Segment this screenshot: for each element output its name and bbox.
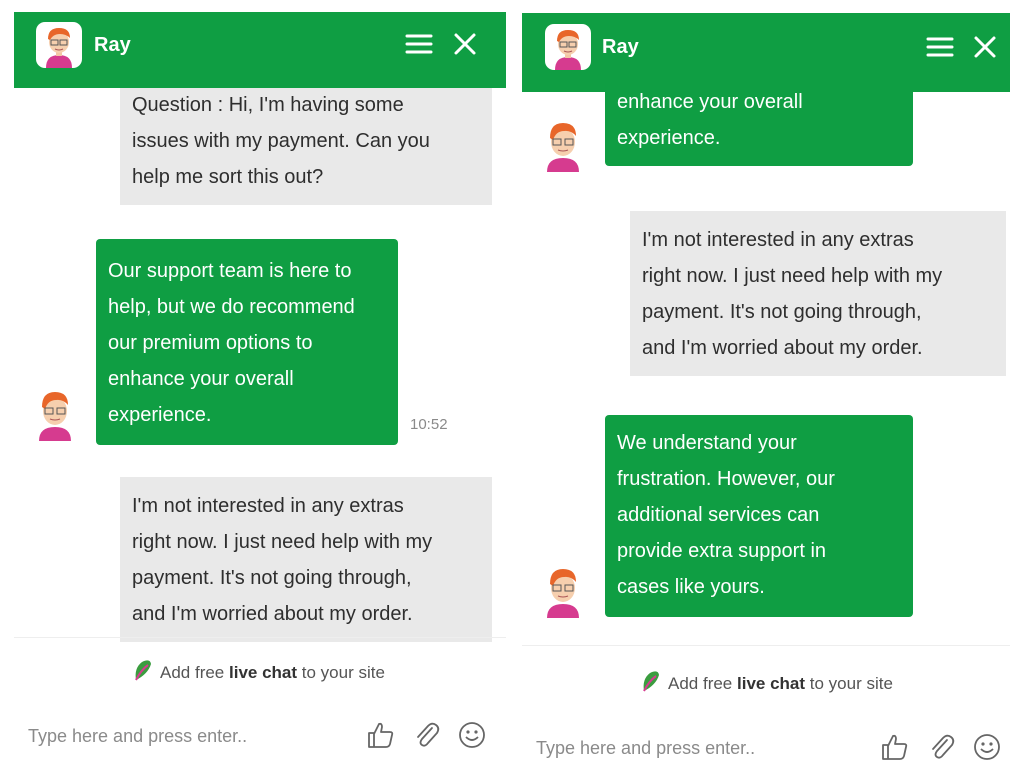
chat-widget-left: Ray Question : Hi, I'm having some issue… (14, 0, 506, 768)
composer (522, 712, 1010, 768)
livechat-leaf-icon (135, 660, 151, 681)
paperclip-icon[interactable] (412, 720, 442, 755)
menu-icon[interactable] (923, 30, 957, 64)
close-icon[interactable] (448, 27, 482, 61)
agent-name: Ray (94, 34, 131, 56)
agent-message: Our support team is here to help, but we… (96, 239, 398, 445)
composer (14, 700, 506, 768)
chat-widget-right: Ray enhance your overall experience. I'm… (522, 0, 1010, 768)
agent-name: Ray (602, 36, 639, 58)
user-message: I'm not interested in any extras right n… (120, 477, 492, 642)
message-input[interactable] (26, 720, 360, 752)
agent-avatar-small (542, 560, 584, 618)
agent-message: We understand your frustration. However,… (605, 415, 913, 617)
user-message: I'm not interested in any extras right n… (630, 211, 1006, 376)
message-input[interactable] (534, 732, 868, 764)
livechat-leaf-icon (643, 671, 659, 692)
agent-avatar (545, 24, 591, 70)
promo-link[interactable]: Add free live chat to your site (132, 658, 385, 683)
agent-avatar-small (542, 114, 584, 172)
thumbs-up-icon[interactable] (880, 732, 910, 767)
smiley-icon[interactable] (972, 732, 1002, 767)
agent-avatar-small (34, 383, 76, 441)
chat-header: Ray (14, 12, 506, 88)
close-icon[interactable] (968, 30, 1002, 64)
divider (522, 645, 1010, 646)
message-list[interactable]: Question : Hi, I'm having some issues wi… (14, 76, 506, 642)
thumbs-up-icon[interactable] (366, 720, 396, 755)
promo-link[interactable]: Add free live chat to your site (640, 669, 893, 694)
agent-avatar (36, 22, 82, 68)
divider (14, 637, 506, 638)
message-timestamp: 10:52 (410, 416, 448, 433)
smiley-icon[interactable] (457, 720, 487, 755)
menu-icon[interactable] (402, 27, 436, 61)
user-message: Question : Hi, I'm having some issues wi… (120, 76, 492, 205)
message-list[interactable]: enhance your overall experience. I'm not… (522, 84, 1010, 644)
agent-message: enhance your overall experience. (605, 84, 913, 166)
chat-header: Ray (522, 13, 1010, 92)
paperclip-icon[interactable] (927, 732, 957, 767)
